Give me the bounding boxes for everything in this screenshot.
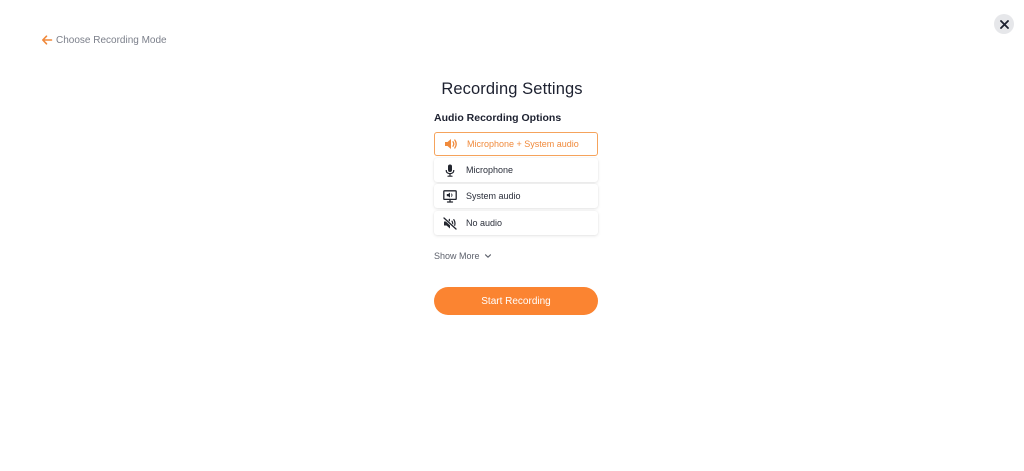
back-link-label: Choose Recording Mode [56,34,167,46]
audio-option-label: Microphone [466,165,514,175]
show-more-label: Show More [434,251,480,261]
audio-option-microphone[interactable]: Microphone [434,158,598,182]
speaker-icon [444,137,458,151]
start-recording-button[interactable]: Start Recording [434,287,598,315]
back-link[interactable]: Choose Recording Mode [41,34,167,46]
arrow-left-icon [41,34,53,46]
audio-option-label: System audio [466,191,521,201]
recording-settings-page: Choose Recording Mode Recording Settings… [0,0,1024,471]
close-icon [999,19,1009,29]
audio-option-none[interactable]: No audio [434,211,598,235]
start-recording-label: Start Recording [481,295,551,307]
close-button[interactable] [994,14,1014,34]
chevron-down-icon [484,253,492,259]
audio-option-label: Microphone + System audio [467,139,579,149]
page-title: Recording Settings [441,80,583,98]
audio-option-mic-system[interactable]: Microphone + System audio [434,132,598,156]
audio-option-label: No audio [466,218,503,228]
mute-icon [443,216,457,230]
audio-options-heading: Audio Recording Options [434,112,562,124]
microphone-icon [443,163,457,177]
show-more-toggle[interactable]: Show More [434,251,492,261]
audio-option-system[interactable]: System audio [434,184,598,208]
monitor-audio-icon [443,189,457,203]
